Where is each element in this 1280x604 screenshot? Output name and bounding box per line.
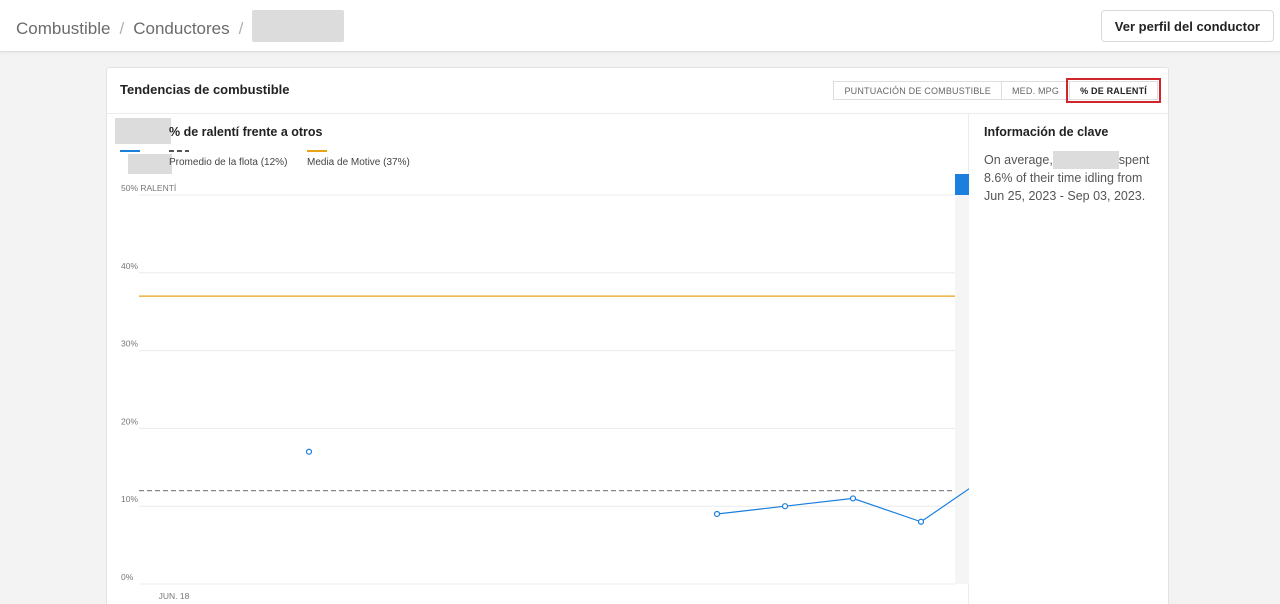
y-tick-label: 30% — [121, 339, 138, 349]
data-point — [305, 448, 313, 455]
y-tick-label: 0% — [121, 572, 134, 582]
breadcrumb-drivers[interactable]: Conductores — [133, 19, 229, 39]
data-point — [849, 495, 857, 502]
chart-area: % de ralentí frente a otros Promedio de … — [107, 114, 969, 604]
top-bar: Combustible / Conductores / Ver perfil d… — [0, 0, 1280, 52]
tab-fuel-score[interactable]: PUNTUACIÓN DE COMBUSTIBLE — [833, 81, 1002, 100]
breadcrumb: Combustible / Conductores / — [16, 10, 345, 42]
tab-avg-mpg[interactable]: MED. MPG — [1000, 81, 1071, 100]
highlight-badge — [955, 174, 969, 195]
y-tick-label: 20% — [121, 416, 138, 426]
y-tick-label: 50% RALENTÍ — [121, 183, 177, 193]
key-info-driver-redacted — [1052, 151, 1119, 169]
breadcrumb-separator: / — [119, 19, 125, 38]
y-tick-label: 10% — [121, 494, 138, 504]
data-point — [713, 510, 721, 518]
card-title: Tendencias de combustible — [120, 82, 290, 97]
key-info-panel: Información de clave On average, spent 8.… — [969, 114, 1169, 604]
breadcrumb-driver-name-redacted — [252, 10, 345, 42]
view-driver-profile-button[interactable]: Ver perfil del conductor — [1100, 10, 1274, 42]
key-info-text-before: On average, — [984, 153, 1053, 167]
highlight-column — [955, 195, 969, 584]
data-point — [917, 518, 925, 525]
data-point — [781, 503, 789, 510]
x-tick-label: JUN. 18 — [159, 591, 190, 601]
y-tick-label: 40% — [121, 261, 138, 271]
key-info-text: On average, spent 8.6% of their time idli… — [984, 151, 1162, 205]
idle-chart: 0%10%20%30%40%50% RALENTÍJUN. 18SEP. 031… — [121, 174, 969, 601]
fuel-trends-card: Tendencias de combustible PUNTUACIÓN DE … — [106, 67, 1169, 604]
card-header: Tendencias de combustible PUNTUACIÓN DE … — [107, 68, 1168, 114]
driver-series-line — [716, 488, 969, 523]
breadcrumb-separator: / — [238, 19, 244, 38]
metric-tabs: PUNTUACIÓN DE COMBUSTIBLE MED. MPG % DE … — [833, 78, 1161, 103]
breadcrumb-fuel[interactable]: Combustible — [16, 19, 111, 39]
key-info-title: Información de clave — [984, 125, 1109, 139]
tab-idle-percent[interactable]: % DE RALENTÍ — [1066, 78, 1161, 103]
